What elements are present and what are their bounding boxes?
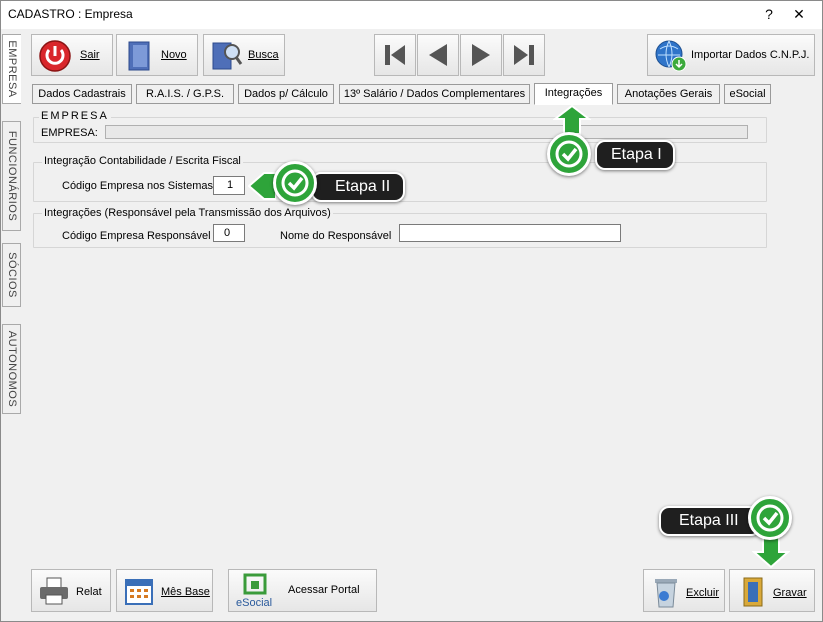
window-title: CADASTRO : Empresa (8, 7, 133, 21)
cadastro-window: CADASTRO : Empresa ? ✕ EMPRESA FUNCIONÁR… (0, 0, 823, 622)
search-icon (212, 42, 243, 70)
title-bar: CADASTRO : Empresa ? ✕ (1, 1, 822, 29)
tab-anotacoes-gerais[interactable]: Anotações Gerais (617, 84, 720, 104)
side-tab-funcionarios[interactable]: FUNCIONÁRIOS (2, 121, 21, 231)
first-icon (385, 45, 405, 65)
codigo-empresa-sistemas-input[interactable]: 1 (213, 176, 245, 195)
codigo-empresa-responsavel-input[interactable]: 0 (213, 224, 245, 242)
power-icon (39, 40, 71, 72)
etapa1-arrow (553, 105, 591, 135)
first-record-button[interactable] (374, 34, 416, 76)
nome-responsavel-label: Nome do Responsável (280, 230, 392, 242)
previous-record-button[interactable] (417, 34, 459, 76)
etapa1-check-icon (547, 132, 591, 176)
nome-responsavel-input[interactable] (399, 224, 621, 242)
etapa3-check-icon (748, 496, 792, 540)
next-icon (472, 44, 490, 66)
tab-esocial[interactable]: eSocial (724, 84, 771, 104)
side-tab-autonomos[interactable]: AUTONOMOS (2, 324, 21, 414)
acessar-portal-button[interactable]: eSocial Acessar Portal (228, 569, 377, 612)
excluir-button[interactable]: Excluir (643, 569, 725, 612)
tab-13-salario[interactable]: 13º Salário / Dados Complementares (339, 84, 530, 104)
etapa2-check-icon (273, 161, 317, 205)
save-book-icon (743, 577, 763, 607)
etapa3-callout: Etapa III (659, 506, 761, 536)
empresa-label: EMPRESA: (41, 127, 98, 139)
next-record-button[interactable] (460, 34, 502, 76)
etapa1-callout: Etapa I (595, 140, 675, 170)
codigo-empresa-sistemas-label: Código Empresa nos Sistemas (62, 180, 214, 192)
esocial-logo-text: eSocial (236, 597, 273, 609)
side-tab-empresa[interactable]: EMPRESA (2, 34, 21, 104)
importar-cnpj-button[interactable]: Importar Dados C.N.P.J. (647, 34, 815, 76)
busca-button[interactable]: Busca (203, 34, 285, 76)
etapa2-arrow (248, 172, 276, 200)
tab-integracoes[interactable]: Integrações (534, 83, 613, 105)
last-record-button[interactable] (503, 34, 545, 76)
last-icon (514, 45, 534, 65)
tab-dados-cadastrais[interactable]: Dados Cadastrais (32, 84, 132, 104)
trash-icon (655, 579, 677, 608)
calendar-icon (125, 579, 153, 605)
mes-base-button[interactable]: Mês Base (116, 569, 213, 612)
tab-rais-gps[interactable]: R.A.I.S. / G.P.S. (136, 84, 234, 104)
responsavel-group-title: Integrações (Responsável pela Transmissã… (42, 207, 333, 219)
close-button[interactable]: ✕ (779, 1, 819, 29)
novo-button[interactable]: Novo (116, 34, 198, 76)
gravar-button[interactable]: Gravar (729, 569, 815, 612)
contabilidade-group-title: Integração Contabilidade / Escrita Fisca… (42, 155, 243, 167)
empresa-field (105, 125, 748, 139)
etapa2-callout: Etapa II (311, 172, 405, 202)
previous-icon (429, 44, 447, 66)
relat-button[interactable]: Relat (31, 569, 111, 612)
tab-dados-calculo[interactable]: Dados p/ Cálculo (238, 84, 334, 104)
globe-download-icon (655, 40, 687, 72)
empresa-group-title: EMPRESA (39, 110, 111, 122)
new-document-icon (128, 41, 150, 71)
codigo-empresa-responsavel-label: Código Empresa Responsável (62, 230, 211, 242)
sair-button[interactable]: Sair (31, 34, 113, 76)
side-tab-socios[interactable]: SÓCIOS (2, 243, 21, 307)
printer-icon (40, 577, 68, 605)
